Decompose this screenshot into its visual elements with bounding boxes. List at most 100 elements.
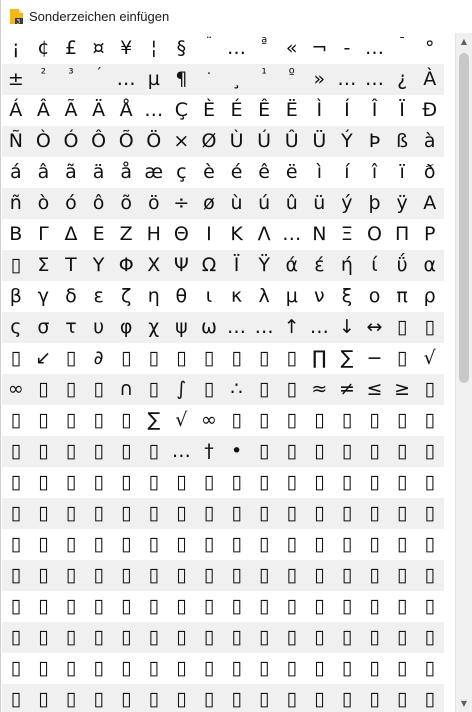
character-cell[interactable]: ▯	[195, 374, 223, 405]
character-cell[interactable]: ▯	[277, 343, 306, 374]
character-cell[interactable]: ▯	[388, 591, 416, 622]
character-cell[interactable]: ▯	[2, 436, 30, 467]
character-cell[interactable]: ▯	[112, 467, 140, 498]
character-cell[interactable]: ▯	[250, 374, 278, 405]
character-cell[interactable]: -	[333, 33, 361, 64]
character-cell[interactable]: ▯	[277, 374, 306, 405]
character-cell[interactable]: ▯	[112, 684, 140, 712]
character-cell[interactable]: χ	[139, 312, 168, 343]
character-cell[interactable]: Λ	[250, 219, 278, 250]
character-cell[interactable]: ¸	[222, 64, 251, 95]
character-cell[interactable]: ´	[84, 64, 113, 95]
character-cell[interactable]: Κ	[222, 219, 251, 250]
character-cell[interactable]: Η	[139, 219, 168, 250]
character-cell[interactable]: ¬	[305, 33, 334, 64]
character-cell[interactable]: ▯	[167, 560, 196, 591]
character-cell[interactable]: à	[415, 126, 444, 157]
character-cell[interactable]: ▯	[333, 560, 361, 591]
character-cell[interactable]: â	[29, 157, 58, 188]
vertical-scrollbar[interactable]: ▲ ▼	[455, 33, 472, 712]
character-cell[interactable]: θ	[167, 281, 196, 312]
character-cell[interactable]: ↙	[29, 343, 58, 374]
character-cell[interactable]: ▯	[388, 653, 416, 684]
character-cell[interactable]: …	[167, 436, 196, 467]
character-cell[interactable]: ¯	[388, 33, 416, 64]
character-cell[interactable]: ▯	[2, 467, 30, 498]
character-cell[interactable]: ▯	[333, 405, 361, 436]
character-cell[interactable]: η	[139, 281, 168, 312]
character-cell[interactable]: Δ	[57, 219, 85, 250]
character-cell[interactable]: ×	[167, 126, 196, 157]
character-cell[interactable]: ▯	[57, 622, 85, 653]
character-cell[interactable]: ò	[29, 188, 58, 219]
character-cell[interactable]: ¨	[195, 33, 223, 64]
character-cell[interactable]: Τ	[57, 250, 85, 281]
character-cell[interactable]: í	[333, 157, 361, 188]
character-cell[interactable]: ▯	[195, 622, 223, 653]
character-cell[interactable]: ▯	[277, 622, 306, 653]
character-cell[interactable]: ί	[360, 250, 389, 281]
character-cell[interactable]: Ö	[139, 126, 168, 157]
character-cell[interactable]: Á	[2, 95, 30, 126]
character-cell[interactable]: φ	[112, 312, 140, 343]
character-cell[interactable]: ê	[250, 157, 278, 188]
character-cell[interactable]: ▯	[29, 622, 58, 653]
character-cell[interactable]: ▯	[84, 436, 113, 467]
character-cell[interactable]: û	[277, 188, 306, 219]
character-cell[interactable]: β	[2, 281, 30, 312]
character-cell[interactable]: κ	[222, 281, 251, 312]
character-cell[interactable]: ω	[195, 312, 223, 343]
character-cell[interactable]: ▯	[139, 529, 168, 560]
character-cell[interactable]: ▯	[277, 498, 306, 529]
character-cell[interactable]: ▯	[222, 653, 251, 684]
character-cell[interactable]: ▯	[2, 405, 30, 436]
character-cell[interactable]: ≠	[333, 374, 361, 405]
character-cell[interactable]: Ξ	[333, 219, 361, 250]
character-cell[interactable]: ▯	[167, 622, 196, 653]
character-cell[interactable]: ▯	[388, 498, 416, 529]
character-cell[interactable]: ∞	[2, 374, 30, 405]
character-cell[interactable]: ∏	[305, 343, 334, 374]
character-cell[interactable]: ▯	[360, 560, 389, 591]
chevron-up-icon[interactable]: ▲	[456, 33, 472, 50]
character-cell[interactable]: ▯	[57, 684, 85, 712]
character-cell[interactable]: …	[139, 95, 168, 126]
character-cell[interactable]: …	[250, 312, 278, 343]
character-cell[interactable]: ▯	[360, 498, 389, 529]
character-cell[interactable]: ∩	[112, 374, 140, 405]
character-cell[interactable]: õ	[112, 188, 140, 219]
character-cell[interactable]: −	[360, 343, 389, 374]
character-cell[interactable]: ΰ	[388, 250, 416, 281]
character-cell[interactable]: ▯	[277, 436, 306, 467]
character-cell[interactable]: Ο	[360, 219, 389, 250]
character-cell[interactable]: Ë	[277, 95, 306, 126]
character-cell[interactable]: ▯	[388, 560, 416, 591]
character-cell[interactable]: ▯	[415, 467, 444, 498]
character-cell[interactable]: ▯	[29, 436, 58, 467]
character-cell[interactable]: È	[195, 95, 223, 126]
character-cell[interactable]: Ò	[29, 126, 58, 157]
character-cell[interactable]: ▯	[333, 467, 361, 498]
character-cell[interactable]: ø	[195, 188, 223, 219]
character-cell[interactable]: ∞	[195, 405, 223, 436]
character-cell[interactable]: σ	[29, 312, 58, 343]
character-cell[interactable]: Ø	[195, 126, 223, 157]
character-cell[interactable]: ▯	[195, 498, 223, 529]
character-cell[interactable]: ▯	[415, 498, 444, 529]
character-cell[interactable]: ▯	[2, 684, 30, 712]
character-cell[interactable]: Ε	[84, 219, 113, 250]
character-cell[interactable]: ▯	[195, 467, 223, 498]
character-cell[interactable]: ¶	[167, 64, 196, 95]
character-cell[interactable]: é	[222, 157, 251, 188]
character-cell[interactable]: ÷	[167, 188, 196, 219]
character-cell[interactable]: ▯	[139, 622, 168, 653]
character-cell[interactable]: ¹	[250, 64, 278, 95]
character-cell[interactable]: ▯	[388, 622, 416, 653]
character-cell[interactable]: ▯	[139, 436, 168, 467]
character-cell[interactable]: ▯	[305, 498, 334, 529]
character-cell[interactable]: ∂	[84, 343, 113, 374]
character-cell[interactable]: ≥	[388, 374, 416, 405]
character-cell[interactable]: ▯	[84, 560, 113, 591]
character-cell[interactable]: ▯	[333, 436, 361, 467]
character-cell[interactable]: ▯	[84, 374, 113, 405]
